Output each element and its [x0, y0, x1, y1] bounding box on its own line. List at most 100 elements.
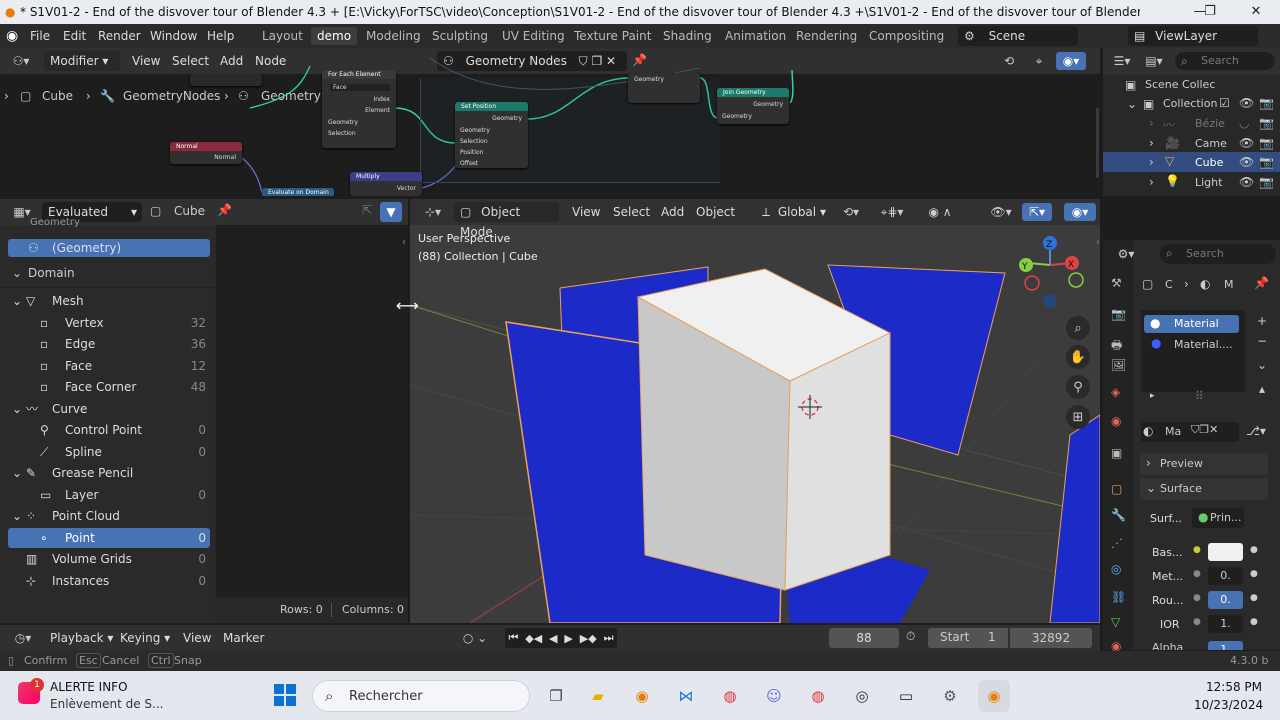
properties-search-input[interactable]: ⌕ Search	[1160, 244, 1276, 264]
expand-chevron-icon[interactable]: ⌄	[1127, 97, 1137, 111]
expanded-chevron-icon[interactable]: ⌄	[12, 399, 22, 419]
display-mode-icon[interactable]: ▤▾	[1141, 52, 1167, 70]
tab-layout[interactable]: Layout	[256, 27, 309, 45]
view-layer-selector[interactable]: ▤ ViewLayer	[1128, 26, 1258, 46]
expanded-chevron-icon[interactable]: ⌄	[12, 506, 22, 526]
notification-title[interactable]: ALERTE INFO	[50, 680, 128, 694]
perspective-grid-icon[interactable]: ⊞	[1066, 405, 1090, 429]
set-position-node[interactable]: Set Position Geometry Geometry Selection…	[455, 102, 528, 168]
tool-tab-icon[interactable]: ⚒	[1111, 276, 1122, 290]
snapping-icon[interactable]: ⌖⋕▾	[872, 203, 912, 221]
prev-keyframe-icon[interactable]: ◆◀	[525, 632, 542, 645]
normal-node[interactable]: Normal Normal	[170, 142, 242, 164]
domain-item-control-point[interactable]: ⚲ Control Point 0	[8, 420, 210, 440]
transform-orientation-dropdown[interactable]: ⟂ Global ▾	[756, 202, 832, 222]
maximize-button[interactable]: ❐	[1190, 0, 1230, 24]
timeline-menu-marker[interactable]: Marker	[223, 626, 264, 650]
tab-modeling[interactable]: Modeling	[360, 27, 427, 45]
viewport-menu-object[interactable]: Object	[696, 200, 735, 224]
timeline-menu-view[interactable]: View	[183, 626, 211, 650]
preview-panel-header[interactable]: › Preview	[1140, 453, 1268, 475]
add-slot-icon[interactable]: +	[1252, 312, 1272, 330]
collection-label[interactable]: Collection	[1163, 97, 1217, 110]
task-view-icon[interactable]: ❐	[540, 680, 572, 712]
keyframe-dot-icon[interactable]: ●	[1250, 617, 1258, 627]
settings-gear-icon[interactable]: ⚙	[934, 680, 966, 712]
menu-edit[interactable]: Edit	[63, 24, 86, 48]
partial-node[interactable]	[190, 74, 262, 86]
blender-menu-icon[interactable]: ◉	[6, 24, 18, 48]
viewport-menu-add[interactable]: Add	[661, 200, 684, 224]
domain-group-grease-pencil[interactable]: ⌄ ✎ Grease Pencil	[8, 463, 210, 483]
chrome-icon[interactable]: ◍	[714, 680, 746, 712]
alpha-field[interactable]: 1.	[1208, 641, 1243, 650]
data-tab-icon[interactable]: ▽	[1111, 615, 1120, 629]
properties-editor-icon[interactable]: ⚙▾	[1112, 245, 1140, 263]
next-keyframe-icon[interactable]: ▶◆	[580, 632, 597, 645]
node-editor[interactable]: ⚇▾ Modifier ▾ View Select Add Node ⚇ Geo…	[0, 48, 1100, 196]
object-mode-dropdown[interactable]: ▢ Object Mode	[454, 202, 559, 239]
checkbox-icon[interactable]: ☑	[1219, 96, 1230, 110]
physics-tab-icon[interactable]: ◎	[1111, 562, 1121, 576]
selected-only-icon[interactable]: ⇱	[362, 203, 372, 217]
fake-user-icon[interactable]: ⛉❐✕	[1191, 423, 1218, 437]
drag-handle-icon[interactable]: ⠿	[1195, 389, 1204, 403]
output-tab-icon[interactable]: 🖶	[1111, 336, 1122, 357]
obs-icon[interactable]: ◎	[846, 680, 878, 712]
timeline-menu-playback[interactable]: Playback ▾	[50, 626, 113, 650]
gizmo-toggle-icon[interactable]: ⇱▾	[1022, 203, 1052, 221]
multiply-node[interactable]: Multiply Vector	[350, 172, 422, 196]
sidebar-toggle-icon[interactable]: ‹	[402, 237, 406, 248]
link-dropdown-icon[interactable]: ⎇▾	[1246, 424, 1266, 438]
world-tab-icon[interactable]: ◉	[1111, 414, 1121, 428]
for-each-element-node[interactable]: For Each Element Face Index Element Geom…	[322, 70, 396, 148]
clock-date[interactable]: 10/23/2024	[1194, 698, 1263, 712]
surface-panel-header[interactable]: ⌄ Surface	[1140, 478, 1268, 500]
clock-time[interactable]: 12:58 PM	[1206, 680, 1262, 694]
navigation-gizmo[interactable]: Z X Y	[1014, 233, 1094, 313]
terminal-icon[interactable]: ▭	[890, 680, 922, 712]
timeline-editor-icon[interactable]: ◷▾	[8, 629, 38, 647]
pan-hand-icon[interactable]: ✋	[1066, 345, 1090, 369]
3d-viewport[interactable]: ⊹▾ ▢ Object Mode View Select Add Object …	[410, 199, 1100, 623]
expanded-chevron-icon[interactable]: ⌄	[12, 463, 22, 483]
render-camera-icon[interactable]: 📷	[1259, 155, 1274, 169]
domain-chevron-icon[interactable]: ⌄	[12, 266, 22, 280]
domain-item-vertex[interactable]: ▫ Vertex 32	[8, 313, 210, 333]
visibility-eye-icon[interactable]: 👁	[1239, 175, 1254, 189]
domain-group-point-cloud[interactable]: ⌄ ⁘ Point Cloud	[8, 506, 210, 526]
outliner-item-bezier[interactable]: Bézie	[1195, 117, 1225, 130]
tab-animation[interactable]: Animation	[719, 27, 792, 45]
render-camera-icon[interactable]: 📷	[1259, 136, 1274, 150]
taskbar-search-input[interactable]: ⌕ Rechercher	[312, 680, 530, 712]
keyframe-dot-icon[interactable]: ●	[1250, 545, 1258, 555]
slot-menu-chevron-icon[interactable]: ⌄	[1252, 356, 1272, 374]
end-frame-field[interactable]: 32892	[1010, 628, 1092, 648]
jump-start-icon[interactable]: ⏮	[508, 631, 518, 645]
metallic-field[interactable]: 0.	[1208, 567, 1243, 585]
particles-tab-icon[interactable]: ⋰	[1111, 536, 1123, 550]
domain-item-point[interactable]: ∘ Point 0	[8, 527, 210, 548]
tab-demo[interactable]: demo	[311, 27, 358, 45]
camera-view-icon[interactable]: ⚲	[1066, 375, 1090, 399]
sidebar-toggle-icon[interactable]: ‹	[1096, 237, 1100, 248]
scene-tab-icon[interactable]: ◈	[1111, 385, 1120, 399]
material-slot-selected[interactable]: ● Material	[1144, 315, 1239, 333]
render-camera-icon[interactable]: 📷	[1259, 116, 1274, 130]
record-icon[interactable]: ○ ⌄	[460, 629, 490, 647]
render-tab-icon[interactable]: 📷	[1111, 307, 1126, 321]
outliner-editor-icon[interactable]: ☰▾	[1109, 52, 1135, 70]
viewport-menu-select[interactable]: Select	[613, 200, 650, 224]
current-frame-field[interactable]: 88	[829, 628, 899, 648]
base-color-swatch[interactable]	[1208, 543, 1243, 561]
domain-item-layer[interactable]: ▭ Layer 0	[8, 485, 210, 505]
visibility-icon[interactable]: 👁▾	[986, 203, 1016, 221]
surface-shader-selector[interactable]: ● Prin...	[1192, 508, 1244, 528]
tab-rendering[interactable]: Rendering	[790, 27, 863, 45]
visibility-eye-icon[interactable]: 👁	[1239, 96, 1254, 110]
zoom-icon[interactable]: ⌕	[1066, 316, 1090, 340]
pivot-icon[interactable]: ⟲▾	[836, 203, 866, 221]
start-menu-icon[interactable]	[269, 679, 301, 711]
vscode-icon[interactable]: ⋈	[670, 680, 702, 712]
domain-item-spline[interactable]: ⟋ Spline 0	[8, 442, 210, 462]
